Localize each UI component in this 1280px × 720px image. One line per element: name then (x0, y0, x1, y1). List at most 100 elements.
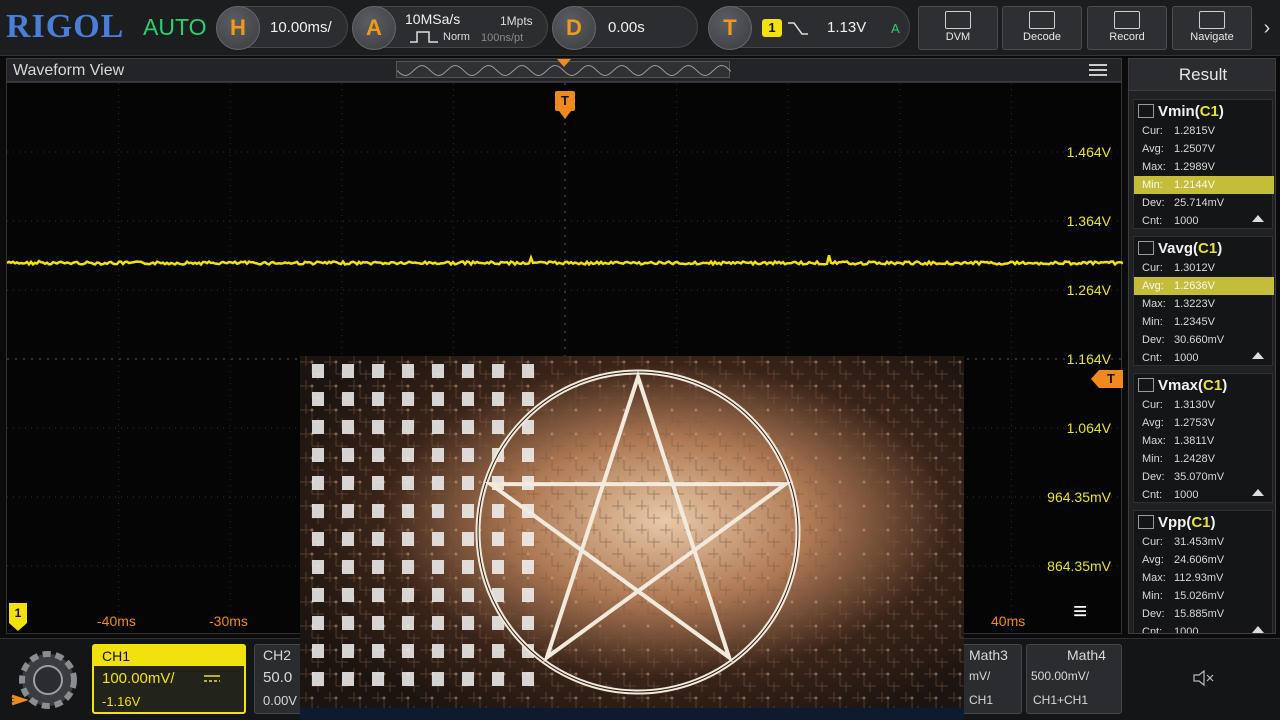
dvm-button[interactable]: DVM (918, 6, 998, 50)
desktop-file-icon (492, 644, 504, 658)
rigol-logo: RIGOL (6, 8, 125, 45)
desktop-file-icon (492, 392, 504, 406)
desktop-file-icon (432, 448, 444, 462)
trigger-badge[interactable]: T (708, 6, 752, 50)
voltage-label: 1.164V (1066, 351, 1111, 367)
desktop-file-icon (432, 504, 444, 518)
trigger-source-badge: 1 (762, 19, 782, 37)
menu-icon[interactable] (1089, 64, 1107, 76)
result-row: Cur: 1.2815V (1142, 125, 1215, 137)
decode-button[interactable]: Decode (1002, 6, 1082, 50)
desktop-file-icon (522, 560, 534, 574)
speaker-mute-icon[interactable] (1192, 668, 1216, 688)
acquire-badge[interactable]: A (352, 6, 396, 50)
desktop-file-icon (372, 364, 384, 378)
acquire-type: Norm (443, 31, 470, 43)
math3-settings[interactable]: Math3 mV/ CH1 (960, 644, 1022, 714)
time-label: -40ms (97, 613, 136, 629)
result-row: Max: 1.2989V (1142, 161, 1215, 173)
dvm-icon (945, 11, 971, 29)
rising-edge-icon (788, 22, 808, 35)
desktop-file-icon (402, 532, 414, 546)
collapse-up-icon[interactable] (1252, 352, 1264, 359)
desktop-file-icon (432, 532, 444, 546)
pulse-icon (410, 31, 438, 43)
chevron-right-icon[interactable]: › (1256, 6, 1278, 50)
desktop-file-icon (522, 448, 534, 462)
result-row: Cur: 1.3130V (1142, 399, 1215, 411)
desktop-file-icon (432, 672, 444, 686)
desktop-file-icon (522, 588, 534, 602)
desktop-file-icon (462, 616, 474, 630)
result-row: Dev: 25.714mV (1142, 197, 1225, 209)
desktop-file-icon (492, 420, 504, 434)
desktop-file-icon (462, 644, 474, 658)
time-per-point: 100ns/pt (481, 32, 524, 44)
result-row: Dev: 30.660mV (1142, 334, 1225, 346)
measure-icon (1138, 241, 1154, 255)
ch1-settings[interactable]: CH1 100.00mV/ -1.16V (92, 644, 246, 714)
desktop-overlay-image (300, 356, 964, 720)
desktop-file-icon (342, 644, 354, 658)
desktop-file-icon (402, 560, 414, 574)
desktop-file-icon (372, 420, 384, 434)
desktop-file-icon (432, 616, 444, 630)
navigate-button[interactable]: Navigate (1172, 6, 1252, 50)
desktop-file-icon (522, 616, 534, 630)
desktop-file-icon (432, 560, 444, 574)
collapse-up-icon[interactable] (1252, 215, 1264, 222)
ch1-offset: -1.16V (102, 694, 141, 709)
trigger-level-marker[interactable]: T (1091, 370, 1123, 388)
delay-badge[interactable]: D (552, 6, 596, 50)
collapse-up-icon[interactable] (1252, 489, 1264, 496)
overview-trigger-marker (557, 59, 571, 67)
trigger-status: A (891, 21, 900, 36)
desktop-file-icon (342, 504, 354, 518)
desktop-file-icon (342, 532, 354, 546)
trigger-position-marker[interactable]: T (555, 91, 575, 119)
expand-menu-icon[interactable]: ≡ (1073, 599, 1109, 625)
desktop-file-icon (432, 392, 444, 406)
desktop-file-icon (372, 504, 384, 518)
desktop-file-icon (312, 588, 324, 602)
collapse-up-icon[interactable] (1252, 626, 1264, 633)
sample-rate: 10MSa/s (405, 11, 461, 27)
math4-scale: 500.00mV/ (1031, 669, 1090, 683)
record-button[interactable]: Record (1087, 6, 1167, 50)
desktop-file-icon (312, 560, 324, 574)
desktop-file-icon (342, 560, 354, 574)
desktop-file-icon (342, 476, 354, 490)
desktop-file-icon (462, 672, 474, 686)
result-row: Avg: 24.606mV (1142, 554, 1225, 566)
desktop-file-icon (462, 420, 474, 434)
desktop-file-icon (372, 532, 384, 546)
measurement-card-vpp[interactable]: Vpp(C1) Cur: 31.453mV Avg: 24.606mV Max: 11… (1133, 510, 1273, 633)
measurement-card-vmax[interactable]: Vmax(C1) Cur: 1.3130V Avg: 1.2753V Max: 1.3… (1133, 373, 1273, 503)
desktop-file-icon (462, 504, 474, 518)
desktop-file-icon (372, 448, 384, 462)
math4-settings[interactable]: Math4 500.00mV/ CH1+CH1 (1026, 644, 1122, 714)
ch1-name: CH1 (102, 648, 131, 664)
ch2-scale: 50.0 (263, 669, 293, 686)
voltage-label: 964.35mV (1047, 489, 1111, 505)
voltage-label: 1.464V (1066, 144, 1111, 160)
desktop-file-icon (522, 392, 534, 406)
record-icon (1114, 11, 1140, 29)
measurement-card-vavg[interactable]: Vavg(C1) Cur: 1.3012V Avg: 1.2636V Max: 1.3… (1133, 236, 1274, 366)
ch1-offset-marker[interactable]: 1 (9, 603, 27, 631)
memory-depth: 1Mpts (500, 14, 533, 28)
measure-icon (1138, 515, 1154, 529)
desktop-file-icon (342, 588, 354, 602)
desktop-file-icon (522, 364, 534, 378)
pentagram-wallpaper-image (300, 356, 964, 720)
result-row: Max: 1.3811V (1142, 435, 1215, 447)
desktop-file-icon (342, 364, 354, 378)
measurement-card-vmin[interactable]: Vmin(C1) Cur: 1.2815V Avg: 1.2507V Max: 1.2… (1133, 99, 1274, 229)
voltage-label: 1.364V (1066, 213, 1111, 229)
math4-name: Math4 (1067, 647, 1106, 663)
desktop-file-icon (312, 532, 324, 546)
horizontal-badge[interactable]: H (216, 6, 260, 50)
home-gear-icon[interactable] (8, 650, 80, 712)
desktop-file-icon (372, 588, 384, 602)
trigger-mode-auto[interactable]: AUTO (143, 14, 206, 41)
